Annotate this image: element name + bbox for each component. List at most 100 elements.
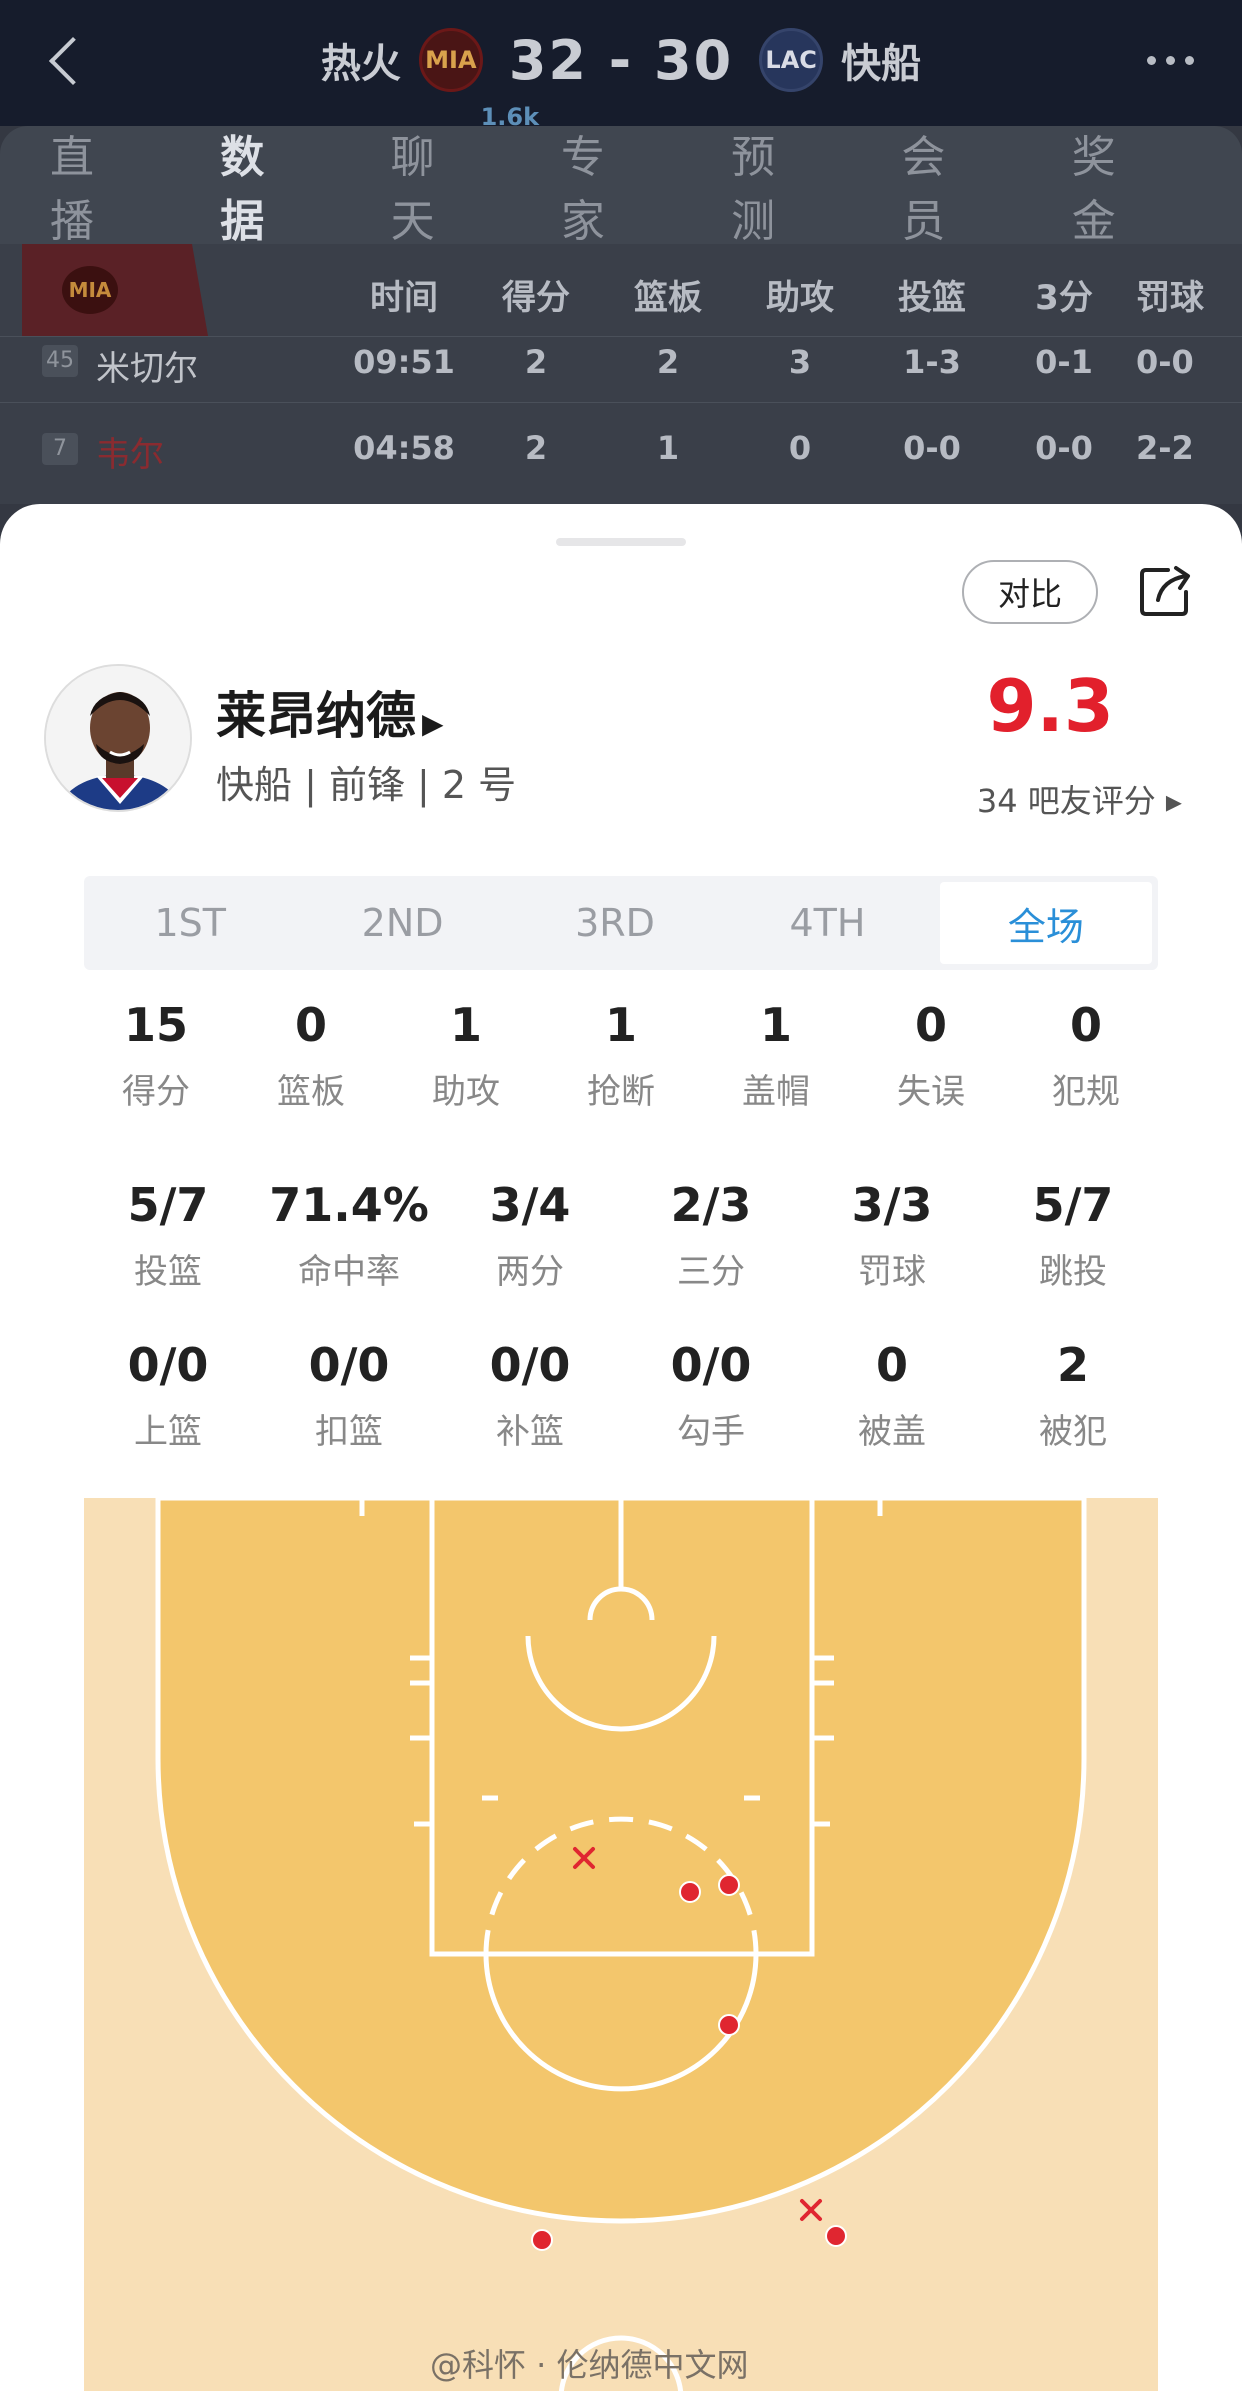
box-score-table: MIA 时间 得分 篮板 助攻 投篮 3分 罚球 45 米切尔 09:51 2 …: [0, 244, 1242, 504]
tab-live[interactable]: 直播: [50, 121, 134, 249]
stat-value: 1: [604, 998, 637, 1052]
stat-label: 扣篮: [315, 1412, 383, 1452]
rating-count-link[interactable]: 34 吧友评分 ▸: [977, 776, 1182, 822]
stat-label: 上篮: [134, 1412, 202, 1452]
column-header: 得分: [502, 278, 570, 318]
table-cell: 2-2: [1136, 429, 1194, 467]
chat-count-badge: 1.6k: [480, 103, 540, 131]
away-team-name: 快船: [841, 41, 922, 87]
column-header: 篮板: [634, 278, 702, 318]
stat-label: 三分: [677, 1252, 745, 1292]
home-team-name: 热火: [320, 41, 401, 87]
tab-chat[interactable]: 聊天 1.6k: [390, 103, 539, 249]
quarter-tab-1st[interactable]: 1ST: [84, 876, 296, 970]
game-score: 32 - 30: [508, 28, 734, 92]
stat-label: 被犯: [1039, 1412, 1107, 1452]
stat-value: 5/7: [127, 1178, 209, 1232]
play-arrow-icon: ▶: [422, 707, 444, 740]
player-name: 米切尔: [96, 349, 198, 389]
stat-value: 0: [914, 998, 947, 1052]
stat-value: 0/0: [670, 1338, 752, 1392]
column-header: 罚球: [1136, 278, 1204, 318]
stat-label: 篮板: [277, 1072, 345, 1112]
table-cell: 1-3: [903, 343, 961, 381]
stat-fouled: 2 被犯: [1003, 1338, 1143, 1453]
column-header: 投篮: [898, 278, 966, 318]
stat-fg: 5/7 投篮: [98, 1178, 238, 1293]
stat-value: 0: [294, 998, 327, 1052]
stat-value: 3/3: [851, 1178, 933, 1232]
tab-stats[interactable]: 数据: [220, 121, 304, 273]
compare-button[interactable]: 对比: [962, 560, 1098, 624]
player-rating: 9.3: [986, 664, 1114, 748]
tab-bonus[interactable]: 奖金: [1072, 121, 1156, 249]
away-team-logo[interactable]: LAC: [759, 28, 824, 92]
scoreboard: 热火 MIA 32 - 30 LAC 快船: [0, 28, 1242, 92]
stat-fg-pct: 71.4% 命中率: [269, 1178, 429, 1293]
stat-label: 失误: [897, 1072, 965, 1112]
stat-rebounds: 0 篮板: [251, 998, 371, 1113]
stat-blocked: 0 被盖: [822, 1338, 962, 1453]
table-cell: 0: [788, 429, 812, 467]
table-cell: 09:51: [353, 343, 455, 381]
more-icon[interactable]: [1147, 56, 1194, 65]
made-shot-marker: [531, 2229, 553, 2251]
stat-tipin: 0/0 补篮: [460, 1338, 600, 1453]
stat-2pt: 3/4 两分: [460, 1178, 600, 1293]
quarter-tab-3rd[interactable]: 3RD: [509, 876, 721, 970]
table-cell: 3: [788, 343, 812, 381]
stat-value: 0: [1069, 998, 1102, 1052]
table-cell: 2: [656, 343, 680, 381]
player-name: 韦尔: [96, 435, 164, 475]
table-cell: 1: [656, 429, 680, 467]
stat-ft: 3/3 罚球: [822, 1178, 962, 1293]
made-shot-marker: [718, 2014, 740, 2036]
player-detail-sheet: 对比 莱昂纳德 ▶ 快船 | 前锋 | 2 号 9.3 34 吧友评分 ▸ 1ST…: [0, 504, 1242, 2391]
stat-value: 2/3: [670, 1178, 752, 1232]
stat-3pt: 2/3 三分: [641, 1178, 781, 1293]
stat-value: 1: [449, 998, 482, 1052]
stat-label: 犯规: [1052, 1072, 1120, 1112]
quarter-tab-4th[interactable]: 4TH: [721, 876, 933, 970]
stat-value: 0/0: [489, 1338, 571, 1392]
stat-value: 1: [759, 998, 792, 1052]
tab-chat-label: 聊天: [390, 132, 435, 247]
stat-value: 0/0: [127, 1338, 209, 1392]
quarter-tab-2nd[interactable]: 2ND: [296, 876, 508, 970]
share-icon[interactable]: [1138, 562, 1194, 618]
tab-member[interactable]: 会员: [901, 121, 985, 249]
made-shot-marker: [825, 2225, 847, 2247]
stat-value: 2: [1056, 1338, 1089, 1392]
stat-label: 盖帽: [742, 1072, 810, 1112]
stat-value: 0: [875, 1338, 908, 1392]
player-avatar: [44, 664, 192, 812]
home-team-logo[interactable]: MIA: [418, 28, 483, 92]
table-cell: 2: [524, 343, 548, 381]
column-header: 3分: [1035, 278, 1093, 318]
stat-label: 被盖: [858, 1412, 926, 1452]
table-row[interactable]: 7 韦尔 04:58 2 1 0 0-0 0-0 2-2: [0, 402, 1242, 490]
drag-handle[interactable]: [556, 538, 686, 546]
tab-predict[interactable]: 预测: [731, 121, 815, 249]
quarter-tabs: 1ST 2ND 3RD 4TH 全场: [84, 876, 1158, 970]
game-header: 热火 MIA 32 - 30 LAC 快船: [0, 0, 1242, 126]
player-name-title[interactable]: 莱昂纳德 ▶: [216, 676, 444, 748]
table-row[interactable]: 45 米切尔 09:51 2 2 3 1-3 0-1 0-0: [0, 336, 1242, 396]
stat-jumpshot: 5/7 跳投: [1003, 1178, 1143, 1293]
tab-experts[interactable]: 专家: [561, 121, 645, 249]
stat-label: 补篮: [496, 1412, 564, 1452]
stat-turnovers: 0 失误: [871, 998, 991, 1113]
player-name-text: 莱昂纳德: [216, 687, 416, 745]
stat-fouls: 0 犯规: [1026, 998, 1146, 1113]
column-header: 助攻: [766, 278, 834, 318]
stat-value: 3/4: [489, 1178, 571, 1232]
quarter-tab-full[interactable]: 全场: [939, 882, 1153, 964]
stat-label: 命中率: [298, 1252, 400, 1292]
stat-label: 勾手: [677, 1412, 745, 1452]
player-meta: 快船 | 前锋 | 2 号: [216, 763, 517, 807]
column-header: 时间: [370, 278, 438, 318]
table-header: MIA 时间 得分 篮板 助攻 投篮 3分 罚球: [22, 244, 1242, 336]
player-number: 7: [42, 433, 78, 465]
stat-label: 得分: [122, 1072, 190, 1112]
stat-steals: 1 抢断: [561, 998, 681, 1113]
